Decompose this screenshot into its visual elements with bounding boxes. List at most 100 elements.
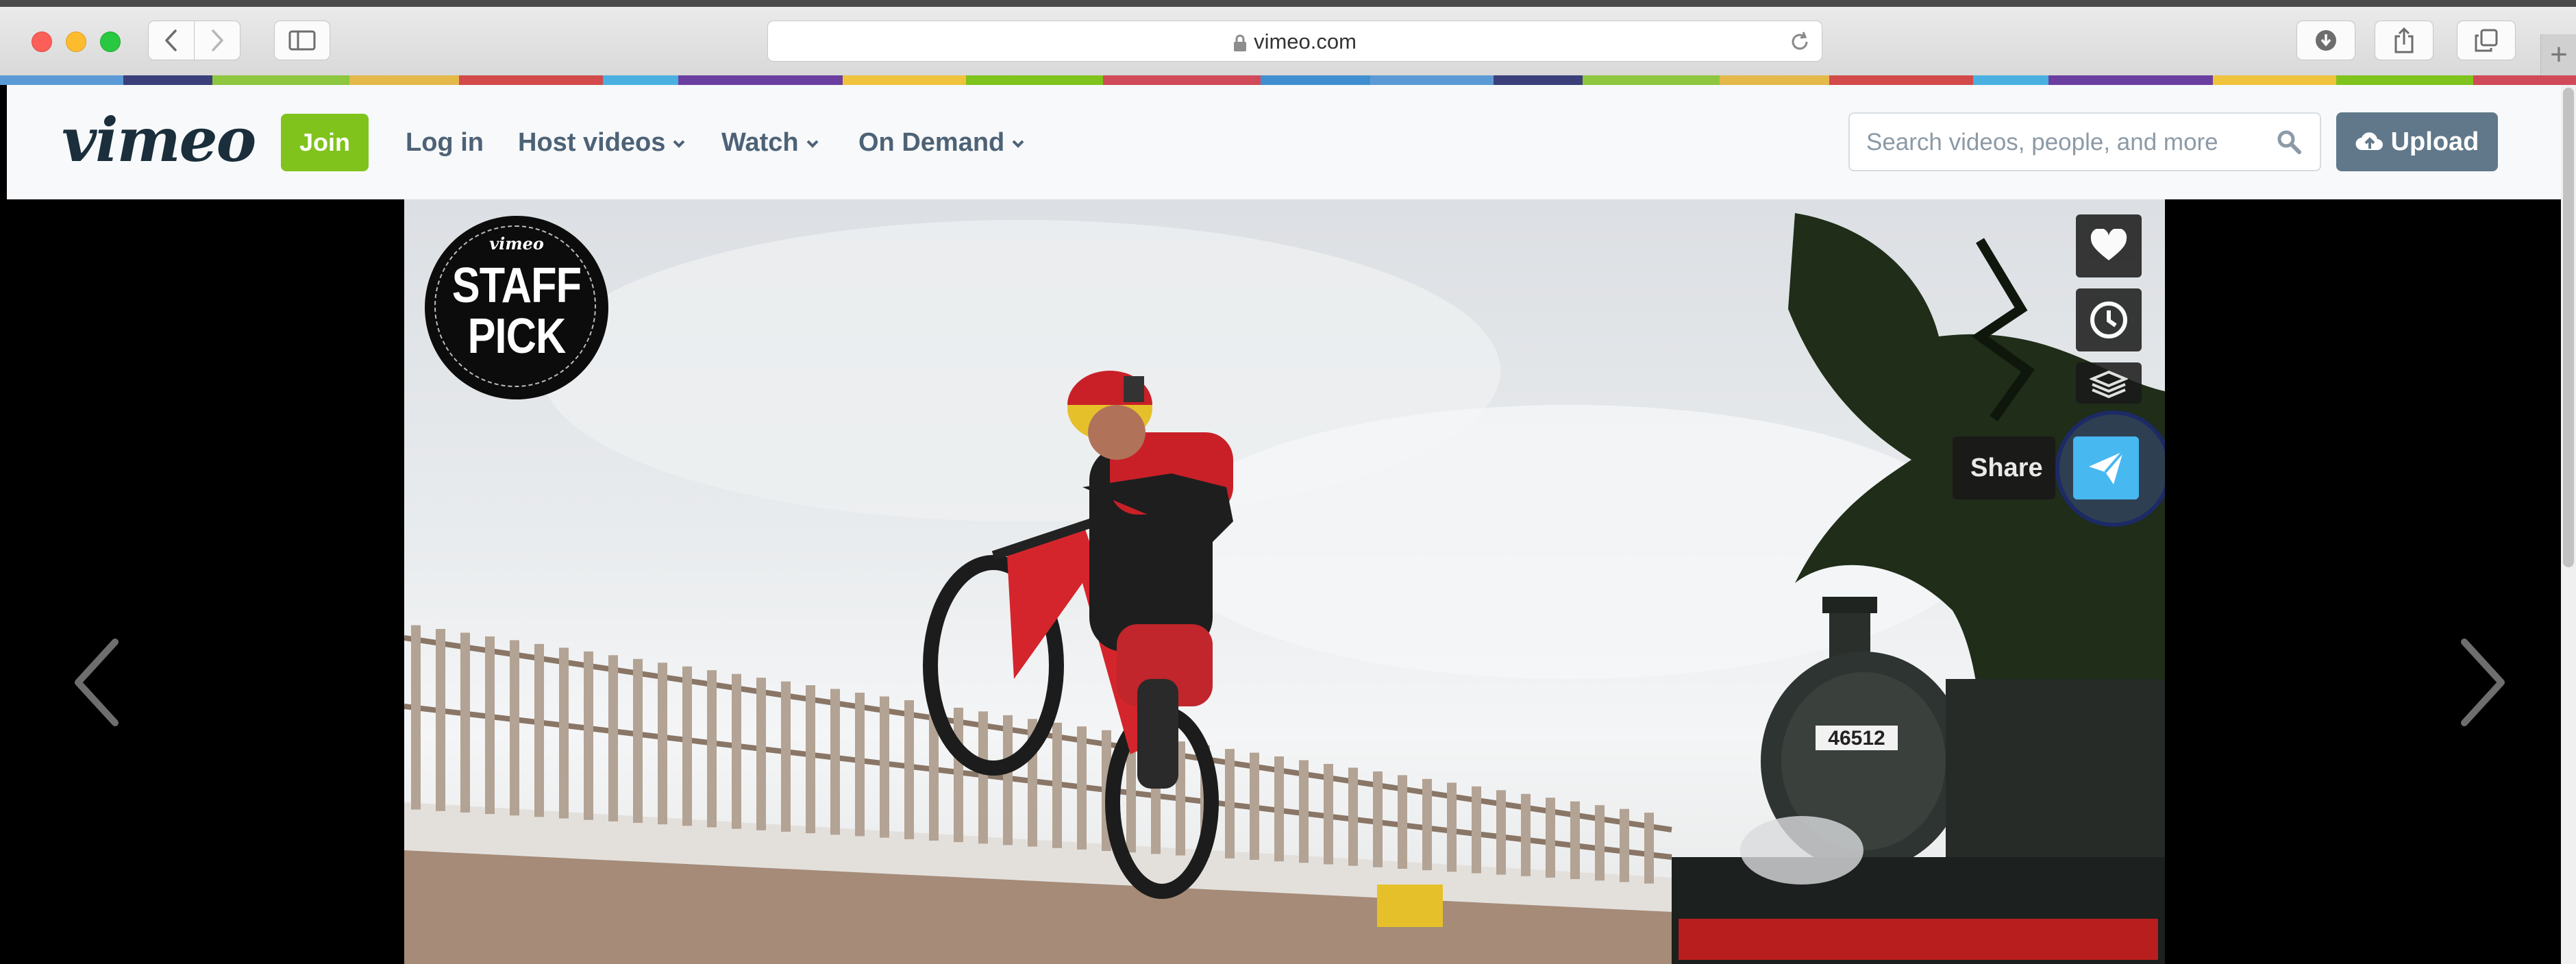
- featured-video-carousel: 46512 vimeo STAFF PICK Share: [7, 199, 2561, 964]
- nav-on-demand[interactable]: On Demand: [858, 114, 1025, 171]
- address-bar[interactable]: vimeo.com: [767, 21, 1822, 62]
- stripe-segment: [212, 75, 349, 85]
- nav-watch-label: Watch: [721, 128, 799, 157]
- fence-picket: [978, 711, 988, 844]
- fence-picket: [1398, 775, 1407, 869]
- close-window-button[interactable]: [32, 32, 52, 52]
- upload-label: Upload: [2390, 127, 2479, 156]
- fence-picket: [1570, 801, 1580, 880]
- share-button[interactable]: [2375, 21, 2433, 60]
- fence-picket: [732, 673, 741, 829]
- lock-icon: [1234, 34, 1247, 51]
- fence-picket: [1595, 805, 1605, 881]
- vimeo-logo[interactable]: vimeo: [62, 106, 256, 174]
- stripe-segment: [2048, 75, 2213, 85]
- video-player[interactable]: 46512 vimeo STAFF PICK Share: [404, 199, 2165, 964]
- minimize-window-button[interactable]: [66, 32, 86, 52]
- share-tooltip: Share: [1953, 436, 2055, 499]
- fence-picket: [1620, 808, 1629, 882]
- paper-plane-icon: [2089, 450, 2125, 484]
- nav-host-videos[interactable]: Host videos: [518, 114, 686, 171]
- site-header: vimeo Join Log in Host videos Watch On D…: [7, 85, 2561, 199]
- stripe-segment: [1583, 75, 1720, 85]
- fence-picket: [880, 696, 889, 838]
- browser-toolbar: vimeo.com +: [0, 0, 2576, 76]
- stripe-segment: [0, 75, 123, 85]
- fence-picket: [436, 628, 445, 811]
- stripe-segment: [1720, 75, 1829, 85]
- add-to-collection-button[interactable]: [2076, 362, 2142, 404]
- clock-icon: [2090, 301, 2127, 338]
- fence-picket: [1472, 786, 1481, 874]
- fence-picket: [1447, 782, 1457, 872]
- fence-picket: [1250, 752, 1259, 861]
- heart-icon: [2090, 229, 2127, 260]
- stripe-segment: [459, 75, 603, 85]
- show-tabs-button[interactable]: [2457, 21, 2516, 60]
- chevron-down-icon: [1012, 140, 1024, 148]
- badge-line-1: STAFF: [451, 258, 582, 313]
- sidebar-toggle-button[interactable]: [274, 21, 330, 60]
- url-text: vimeo.com: [1254, 29, 1357, 53]
- address-bar-url[interactable]: vimeo.com: [768, 21, 1822, 62]
- share-video-button[interactable]: [2073, 436, 2139, 499]
- new-tab-button[interactable]: +: [2540, 34, 2576, 75]
- video-thumbnail-scene: 46512: [404, 213, 2165, 964]
- fence-picket: [1225, 749, 1235, 858]
- reload-icon[interactable]: [1789, 31, 1811, 53]
- fence-picket: [756, 678, 766, 830]
- upload-button[interactable]: Upload: [2336, 112, 2498, 171]
- stripe-segment: [1370, 75, 1494, 85]
- fence-picket: [559, 647, 569, 819]
- tabs-icon: [2475, 29, 2498, 52]
- fence-picket: [1373, 771, 1383, 867]
- back-icon: [165, 29, 177, 51]
- previous-slide-button[interactable]: [69, 638, 123, 727]
- stripe-segment: [1261, 75, 1370, 85]
- layers-icon: [2090, 370, 2128, 399]
- forward-icon: [212, 29, 223, 51]
- downloads-button[interactable]: [2296, 21, 2355, 60]
- back-button[interactable]: [148, 21, 195, 60]
- chevron-down-icon: [806, 140, 819, 148]
- fence-picket: [806, 685, 815, 834]
- page-scrollbar-thumb[interactable]: [2563, 88, 2574, 567]
- watch-later-button[interactable]: [2076, 288, 2142, 351]
- stripe-segment: [2336, 75, 2473, 85]
- stripe-segment: [843, 75, 966, 85]
- nav-log-in[interactable]: Log in: [406, 114, 484, 171]
- search-box[interactable]: [1848, 112, 2321, 171]
- stripe-segment: [1103, 75, 1261, 85]
- fence-picket: [485, 636, 495, 815]
- badge-line-2: PICK: [467, 309, 567, 364]
- next-slide-button[interactable]: [2456, 638, 2511, 727]
- plus-icon: +: [2550, 38, 2568, 71]
- window-titlebar-edge: [0, 0, 2576, 7]
- fence-picket: [1348, 767, 1358, 866]
- sidebar-icon: [288, 30, 316, 51]
- search-icon[interactable]: [2276, 129, 2302, 155]
- fence-picket: [707, 670, 717, 828]
- stripe-segment: [123, 75, 212, 85]
- fence-picket: [1052, 722, 1062, 848]
- join-button[interactable]: Join: [281, 114, 369, 171]
- stripe-segment: [1829, 75, 1973, 85]
- chevron-down-icon: [673, 140, 685, 148]
- fence-picket: [1077, 726, 1087, 850]
- fence-picket: [608, 655, 618, 821]
- stripe-segment: [2213, 75, 2336, 85]
- fence-picket: [954, 707, 963, 843]
- fence-picket: [510, 640, 519, 816]
- nav-host-videos-label: Host videos: [518, 128, 666, 157]
- like-button[interactable]: [2076, 214, 2142, 277]
- zoom-window-button[interactable]: [100, 32, 121, 52]
- fence-picket: [1644, 813, 1654, 884]
- forward-button[interactable]: [194, 21, 240, 60]
- fence-picket: [830, 689, 840, 835]
- nav-watch[interactable]: Watch: [721, 114, 819, 171]
- stripe-segment: [1973, 75, 2048, 85]
- stripe-segment: [678, 75, 843, 85]
- stripe-segment: [966, 75, 1103, 85]
- search-input[interactable]: [1865, 114, 2265, 171]
- download-icon: [2316, 30, 2336, 51]
